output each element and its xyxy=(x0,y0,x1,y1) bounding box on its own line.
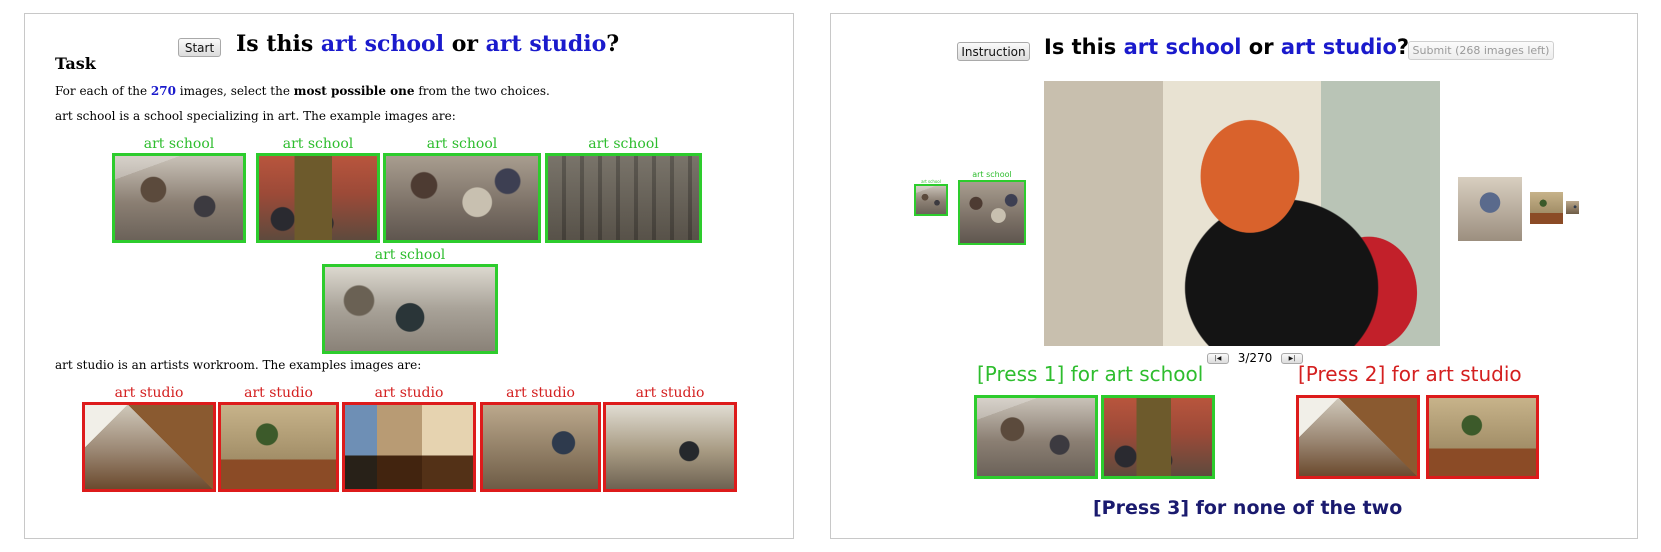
press-2-label: [Press 2] for art studio xyxy=(1298,362,1522,386)
title-prefix: Is this xyxy=(1044,35,1124,59)
title-suffix: ? xyxy=(606,31,620,57)
prev-thumbnail[interactable]: art school xyxy=(958,170,1026,245)
example-label: art studio xyxy=(506,385,575,401)
task-instruction: For each of the 270 images, select the m… xyxy=(55,84,550,98)
example-image xyxy=(480,402,601,492)
class-b-example: art studio xyxy=(603,386,737,492)
current-image xyxy=(1044,81,1440,346)
example-image xyxy=(82,402,216,492)
class-a-example: art school xyxy=(545,137,702,243)
class-b-example: art studio xyxy=(480,386,601,492)
example-image xyxy=(322,264,498,354)
instruction-panel: Start Is this art school or art studio? … xyxy=(24,13,794,539)
prev-image xyxy=(958,180,1026,245)
title-prefix: Is this xyxy=(236,31,321,57)
title-class-b: art studio xyxy=(485,31,607,57)
example-image xyxy=(218,402,339,492)
prev-thumbnail-small[interactable]: art school xyxy=(914,179,948,216)
press-3-label: [Press 3] for none of the two xyxy=(1093,497,1403,519)
labeling-panel: Instruction Is this art school or art st… xyxy=(830,13,1638,539)
example-image xyxy=(383,153,541,243)
example-label: art studio xyxy=(114,385,184,401)
instr-pre: For each of the xyxy=(55,84,151,98)
example-label: art studio xyxy=(374,385,444,401)
instr-post: from the two choices. xyxy=(414,84,550,98)
instruction-button[interactable]: Instruction xyxy=(957,42,1030,61)
choice-1-example-image xyxy=(974,395,1098,479)
class-a-example: art school xyxy=(322,248,498,354)
first-image-button[interactable]: |◀ xyxy=(1207,353,1229,364)
class-b-example: art studio xyxy=(82,386,216,492)
example-label: art studio xyxy=(635,385,705,401)
choice-1-example-image xyxy=(1101,395,1215,479)
example-label: art school xyxy=(282,136,354,152)
example-image xyxy=(545,153,702,243)
class-a-example: art school xyxy=(383,137,541,243)
choice-2-example-image xyxy=(1426,395,1539,479)
example-image xyxy=(603,402,737,492)
example-image xyxy=(342,402,476,492)
example-label: art school xyxy=(143,136,215,152)
submit-button[interactable]: Submit (268 images left) xyxy=(1408,41,1554,60)
example-label: art school xyxy=(374,247,446,263)
class-b-description: art studio is an artists workroom. The e… xyxy=(55,358,422,372)
example-image xyxy=(256,153,380,243)
class-b-example: art studio xyxy=(342,386,476,492)
prev-label: art school xyxy=(972,170,1012,179)
page-title: Is this art school or art studio? xyxy=(236,31,619,57)
prev-image-small xyxy=(914,184,948,216)
task-heading: Task xyxy=(55,54,96,73)
title-mid: or xyxy=(1241,35,1281,59)
next-thumbnail[interactable] xyxy=(1566,201,1579,214)
page-title: Is this art school or art studio? xyxy=(1044,35,1409,59)
instr-bold: most possible one xyxy=(293,84,415,98)
next-thumbnail[interactable] xyxy=(1530,192,1563,224)
next-thumbnail[interactable] xyxy=(1458,177,1522,241)
image-counter: 3/270 xyxy=(1237,351,1273,365)
image-count: 270 xyxy=(150,84,176,98)
title-class-a: art school xyxy=(320,31,445,57)
class-a-description: art school is a school specializing in a… xyxy=(55,109,456,123)
example-label: art studio xyxy=(244,385,313,401)
class-a-example: art school xyxy=(256,137,380,243)
example-label: art school xyxy=(588,136,659,152)
title-mid: or xyxy=(444,31,486,57)
choice-2-example-image xyxy=(1296,395,1420,479)
class-b-example: art studio xyxy=(218,386,339,492)
press-1-label: [Press 1] for art school xyxy=(977,362,1204,386)
instr-mid: images, select the xyxy=(175,84,294,98)
class-a-example: art school xyxy=(112,137,246,243)
example-image xyxy=(112,153,246,243)
title-class-b: art studio xyxy=(1280,35,1397,59)
title-class-a: art school xyxy=(1123,35,1242,59)
start-button[interactable]: Start xyxy=(178,38,221,57)
example-label: art school xyxy=(426,136,498,152)
